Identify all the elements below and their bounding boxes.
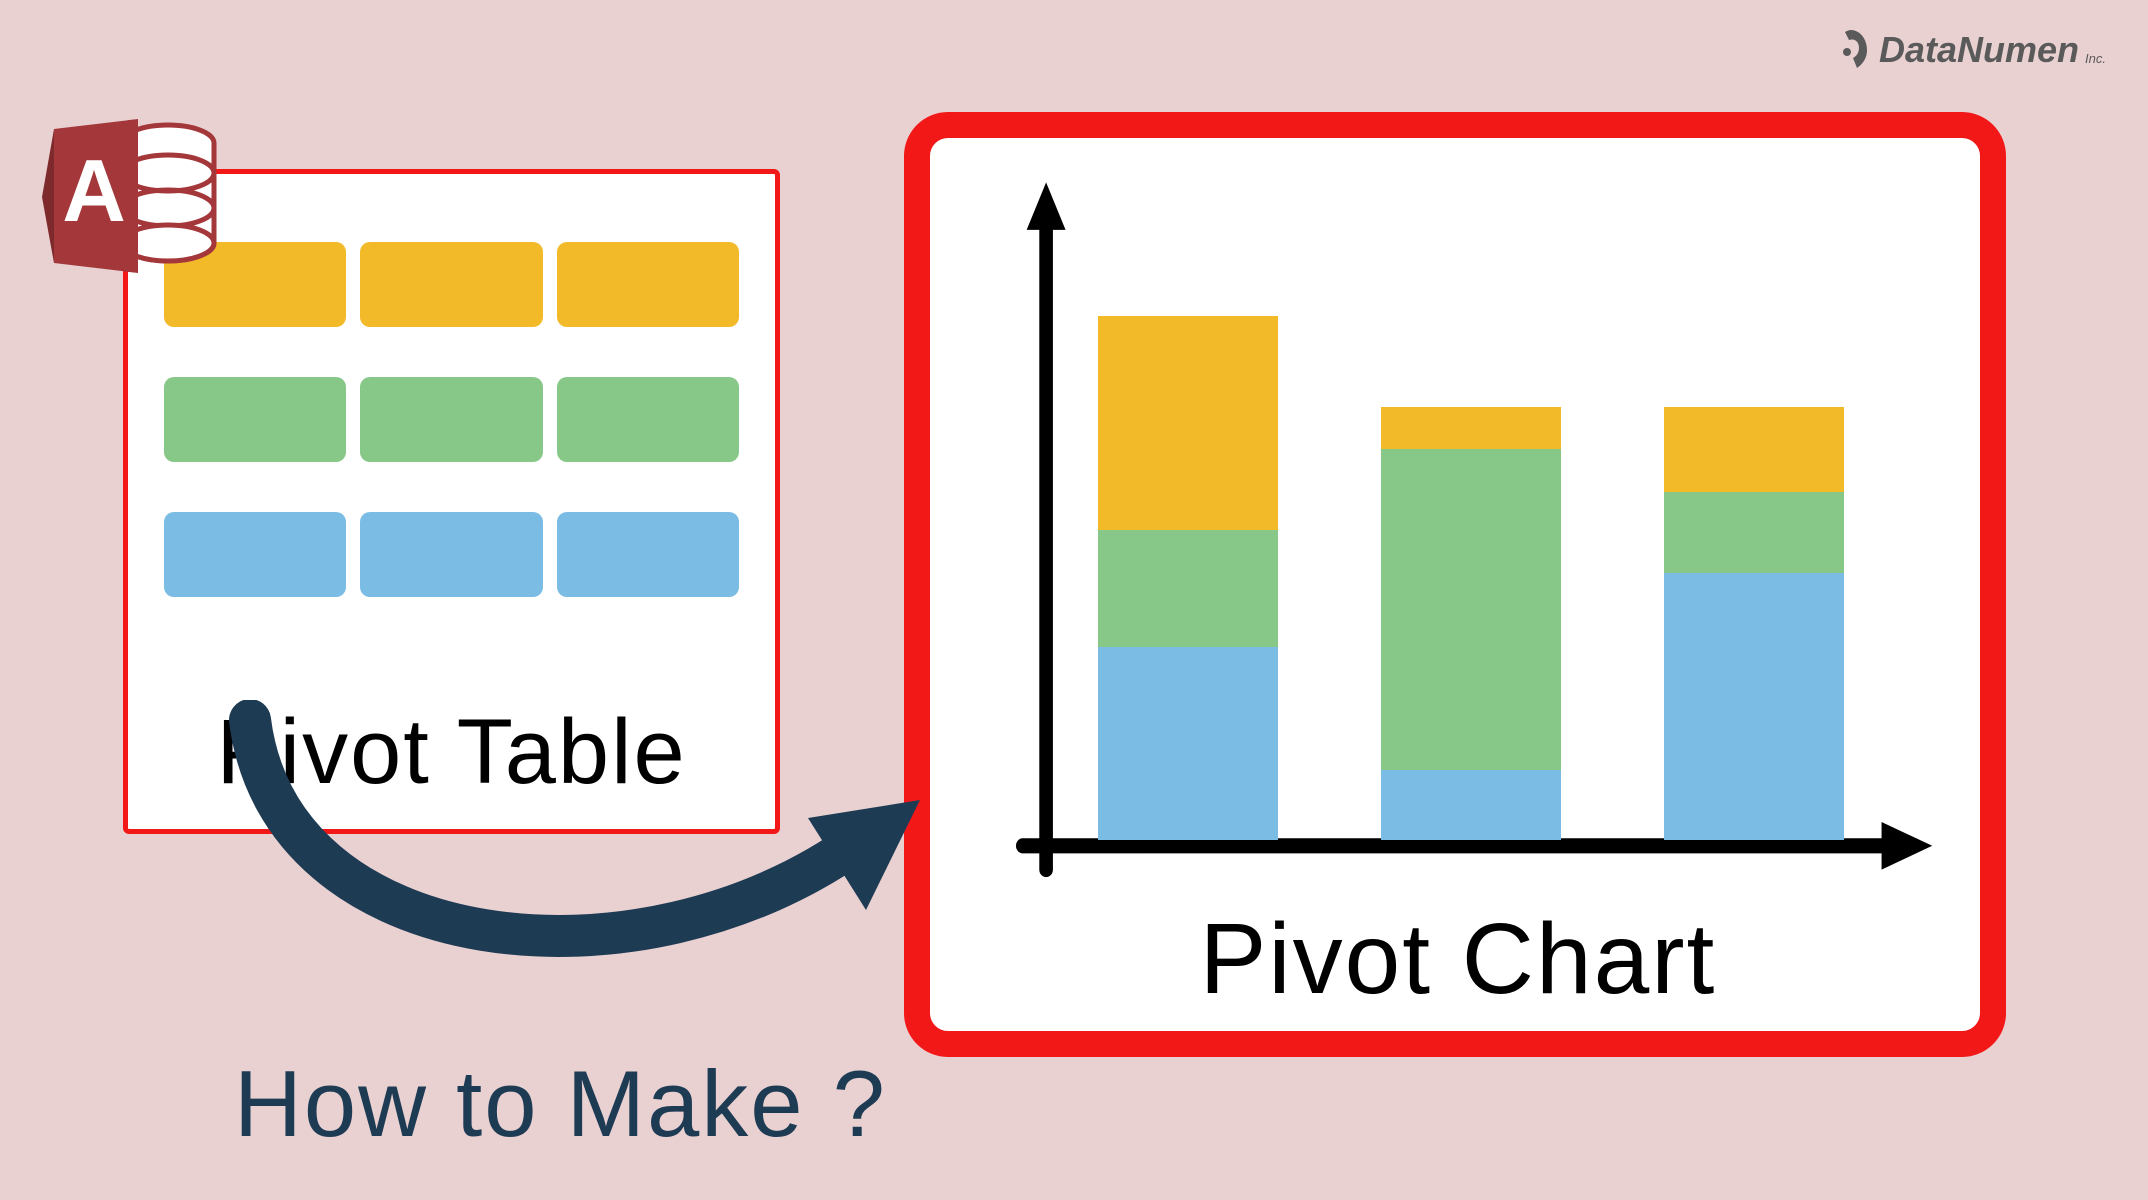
table-cell <box>557 512 739 597</box>
chart-plot-area <box>976 178 1940 902</box>
ms-access-icon: A <box>42 113 224 281</box>
chart-bar <box>1381 407 1561 840</box>
table-cell <box>360 242 542 327</box>
table-cell <box>557 377 739 462</box>
table-cell <box>164 512 346 597</box>
chart-bar-segment <box>1664 492 1844 572</box>
pivot-table-label: Pivot Table <box>164 700 739 805</box>
chart-bar-segment <box>1664 407 1844 493</box>
logo-text: DataNumen <box>1879 29 2079 71</box>
table-row <box>164 242 739 327</box>
chart-bars <box>1071 198 1870 840</box>
chart-bar-segment <box>1381 407 1561 450</box>
chart-bar-segment <box>1098 647 1278 840</box>
table-cell <box>164 377 346 462</box>
table-cell <box>360 512 542 597</box>
pivot-chart-panel: Pivot Chart <box>904 112 2006 1057</box>
chart-bar-segment <box>1381 770 1561 840</box>
datanumen-logo: DataNumen Inc. <box>1829 28 2106 72</box>
chart-bar <box>1098 316 1278 840</box>
table-cell <box>360 377 542 462</box>
table-row <box>164 377 739 462</box>
chart-bar <box>1664 407 1844 840</box>
caption-text: How to Make ? <box>234 1050 887 1158</box>
table-cell <box>557 242 739 327</box>
logo-suffix: Inc. <box>2085 51 2106 66</box>
table-row <box>164 512 739 597</box>
chart-bar-segment <box>1381 449 1561 770</box>
chart-bar-segment <box>1098 530 1278 648</box>
pivot-table-grid <box>164 242 739 670</box>
pivot-chart-label: Pivot Chart <box>976 902 1940 1017</box>
chart-bar-segment <box>1098 316 1278 530</box>
chart-bar-segment <box>1664 573 1844 841</box>
logo-mark-icon <box>1829 28 1873 72</box>
access-letter: A <box>62 141 126 240</box>
